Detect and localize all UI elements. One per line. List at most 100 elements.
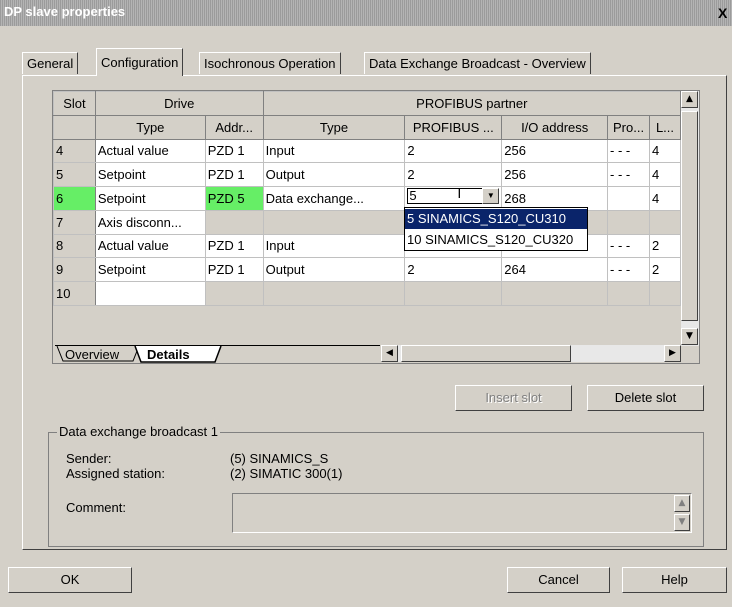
length-cell[interactable]: 4 bbox=[649, 138, 681, 164]
length-cell[interactable]: 4 bbox=[649, 162, 681, 188]
profibus-dropdown-list[interactable]: 5 SINAMICS_S120_CU310 10 SINAMICS_S120_C… bbox=[404, 207, 588, 251]
scroll-left-icon[interactable]: ◀ bbox=[381, 345, 398, 362]
col-header-profibus-partner[interactable]: PROFIBUS partner bbox=[262, 91, 682, 116]
slot-cell[interactable]: 6 bbox=[53, 186, 96, 211]
partner-type-cell[interactable] bbox=[262, 209, 406, 235]
addr-cell[interactable]: PZD 1 bbox=[204, 162, 264, 188]
length-cell[interactable] bbox=[649, 209, 681, 235]
length-cell[interactable] bbox=[649, 281, 681, 306]
slot-table: Slot Drive PROFIBUS partner Type Addr...… bbox=[53, 91, 682, 306]
sheet-tab-details[interactable]: Details bbox=[147, 347, 190, 362]
scroll-thumb[interactable] bbox=[681, 111, 698, 321]
partner-type-cell[interactable]: Input bbox=[262, 233, 406, 259]
delete-slot-button[interactable]: Delete slot bbox=[587, 385, 704, 411]
profibus-cell[interactable]: 2 bbox=[404, 138, 503, 164]
sheet-tabs: Overview Details bbox=[55, 345, 380, 363]
col-header-type[interactable]: Type bbox=[94, 114, 206, 140]
pro-cell[interactable]: - - - bbox=[607, 257, 650, 283]
insert-slot-button[interactable]: Insert slot bbox=[455, 385, 572, 411]
partner-type-cell[interactable] bbox=[262, 281, 406, 306]
profibus-cell[interactable]: 2 bbox=[404, 162, 503, 188]
table-row[interactable]: 4 Actual value PZD 1 Input 2 256 - - - 4 bbox=[53, 138, 681, 164]
slot-cell[interactable]: 4 bbox=[53, 138, 96, 164]
tab-isochronous-operation[interactable]: Isochronous Operation bbox=[199, 52, 341, 74]
horizontal-scroll-thumb[interactable] bbox=[401, 345, 571, 362]
col-header-address[interactable]: Addr... bbox=[204, 114, 264, 140]
type-cell[interactable]: Setpoint bbox=[94, 257, 206, 283]
slot-cell[interactable]: 7 bbox=[53, 209, 96, 235]
io-address-cell[interactable] bbox=[501, 281, 609, 306]
insert-slot-label: Insert slot bbox=[485, 390, 542, 405]
dropdown-option[interactable]: 5 SINAMICS_S120_CU310 bbox=[405, 209, 587, 229]
table-row[interactable]: 9 Setpoint PZD 1 Output 2 264 - - - 2 bbox=[53, 257, 681, 283]
col-header-profibus[interactable]: PROFIBUS ... bbox=[404, 114, 503, 140]
sheet-tab-overview[interactable]: Overview bbox=[65, 347, 119, 362]
scroll-up-icon[interactable]: ▲ bbox=[674, 495, 690, 512]
partner-type-cell[interactable]: Data exchange... bbox=[262, 186, 406, 211]
addr-cell[interactable]: PZD 1 bbox=[204, 233, 264, 259]
col-header-slot[interactable]: Slot bbox=[53, 91, 96, 116]
tab-configuration[interactable]: Configuration bbox=[96, 48, 184, 76]
vertical-scrollbar[interactable]: ▲ ▼ bbox=[681, 91, 699, 346]
addr-cell[interactable] bbox=[204, 281, 264, 306]
tab-data-exchange-broadcast-overview[interactable]: Data Exchange Broadcast - Overview bbox=[364, 52, 591, 74]
delete-slot-label: Delete slot bbox=[614, 390, 677, 405]
col-header-pro[interactable]: Pro... bbox=[607, 114, 650, 140]
type-cell[interactable]: Actual value bbox=[94, 233, 206, 259]
close-button[interactable]: X bbox=[718, 4, 732, 22]
chevron-down-icon[interactable]: ▼ bbox=[482, 188, 500, 205]
col-header-partner-type[interactable]: Type bbox=[262, 114, 406, 140]
io-address-cell[interactable]: 264 bbox=[501, 257, 609, 283]
type-cell[interactable]: Axis disconn... bbox=[94, 209, 206, 235]
profibus-cell[interactable]: 2 bbox=[404, 257, 503, 283]
slot-cell[interactable]: 5 bbox=[53, 162, 96, 188]
pro-cell[interactable] bbox=[607, 281, 650, 306]
type-cell[interactable]: Setpoint bbox=[94, 186, 206, 211]
pro-cell[interactable]: - - - bbox=[607, 233, 650, 259]
slot-cell[interactable]: 10 bbox=[53, 281, 96, 306]
io-address-cell[interactable]: 256 bbox=[501, 138, 609, 164]
slot-cell[interactable]: 9 bbox=[53, 257, 96, 283]
help-button[interactable]: Help bbox=[622, 567, 727, 593]
horizontal-scrollbar[interactable]: ◀ ▶ bbox=[381, 345, 681, 362]
partner-type-cell[interactable]: Output bbox=[262, 257, 406, 283]
profibus-combo-value[interactable]: 5 bbox=[407, 188, 484, 205]
partner-type-cell[interactable]: Output bbox=[262, 162, 406, 188]
scroll-down-icon[interactable]: ▼ bbox=[681, 328, 698, 345]
table-row[interactable]: 5 Setpoint PZD 1 Output 2 256 - - - 4 bbox=[53, 162, 681, 188]
comment-field[interactable]: ▲ ▼ bbox=[232, 493, 692, 533]
ok-button[interactable]: OK bbox=[8, 567, 132, 593]
assigned-station-value: (2) SIMATIC 300(1) bbox=[230, 466, 343, 481]
comment-label: Comment: bbox=[66, 500, 126, 515]
length-cell[interactable]: 2 bbox=[649, 233, 681, 259]
dropdown-option[interactable]: 10 SINAMICS_S120_CU320 bbox=[405, 230, 587, 250]
scroll-down-icon[interactable]: ▼ bbox=[674, 514, 690, 531]
col-header-length[interactable]: L... bbox=[649, 114, 681, 140]
profibus-cell[interactable] bbox=[404, 281, 503, 306]
slot-cell[interactable]: 8 bbox=[53, 233, 96, 259]
col-header-drive[interactable]: Drive bbox=[94, 91, 264, 116]
scroll-right-icon[interactable]: ▶ bbox=[664, 345, 681, 362]
type-cell[interactable]: Setpoint bbox=[94, 162, 206, 188]
partner-type-cell[interactable]: Input bbox=[262, 138, 406, 164]
type-cell[interactable] bbox=[94, 281, 206, 306]
table-row[interactable]: 10 bbox=[53, 281, 681, 306]
pro-cell[interactable]: - - - bbox=[607, 162, 650, 188]
sender-label: Sender: bbox=[66, 451, 112, 466]
addr-cell[interactable] bbox=[204, 209, 264, 235]
addr-cell[interactable]: PZD 5 bbox=[204, 186, 264, 211]
length-cell[interactable]: 4 bbox=[649, 186, 681, 211]
scroll-up-icon[interactable]: ▲ bbox=[681, 91, 698, 108]
length-cell[interactable]: 2 bbox=[649, 257, 681, 283]
pro-cell[interactable]: - - - bbox=[607, 138, 650, 164]
slot-grid: Slot Drive PROFIBUS partner Type Addr...… bbox=[52, 90, 700, 364]
pro-cell[interactable] bbox=[607, 186, 650, 211]
io-address-cell[interactable]: 256 bbox=[501, 162, 609, 188]
col-header-io-address[interactable]: I/O address bbox=[501, 114, 609, 140]
type-cell[interactable]: Actual value bbox=[94, 138, 206, 164]
cancel-button[interactable]: Cancel bbox=[507, 567, 610, 593]
pro-cell[interactable] bbox=[607, 209, 650, 235]
addr-cell[interactable]: PZD 1 bbox=[204, 138, 264, 164]
tab-general[interactable]: General bbox=[22, 52, 79, 74]
addr-cell[interactable]: PZD 1 bbox=[204, 257, 264, 283]
